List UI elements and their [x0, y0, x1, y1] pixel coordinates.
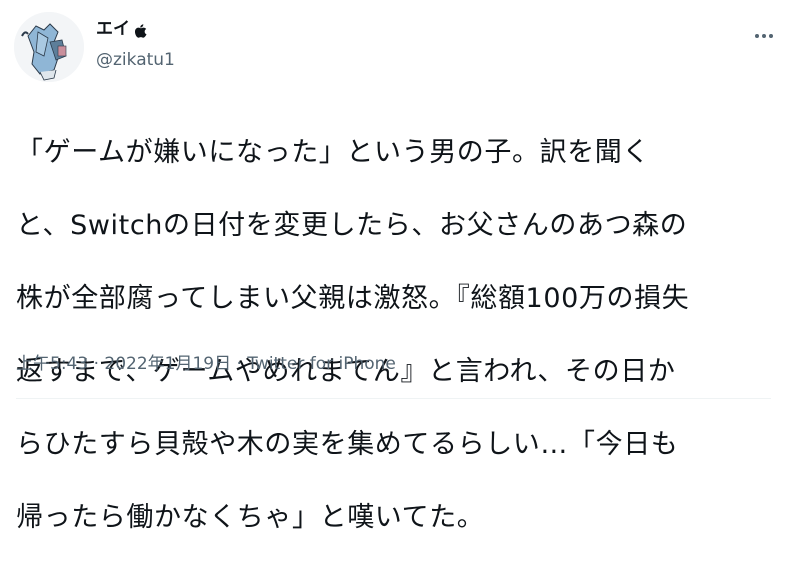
tweet-text-line: らひたすら貝殻や木の実を集めてるらしい…「今日も	[16, 428, 679, 460]
divider	[16, 398, 771, 399]
tweet-meta: 上午5:43 · 2022年1月19日 · Twitter for iPhone	[16, 352, 396, 376]
more-icon-dot	[762, 34, 766, 38]
author-display-name[interactable]: エイ	[96, 18, 130, 40]
author-handle[interactable]: @zikatu1	[96, 49, 175, 71]
more-options-button[interactable]	[748, 24, 780, 48]
avatar-illustration	[14, 12, 84, 82]
tweet-text-line: 「ゲームが嫌いになった」という男の子。訳を聞く	[16, 136, 650, 168]
tweet-date[interactable]: 2022年1月19日	[104, 354, 231, 374]
tweet-text: 「ゲームが嫌いになった」という男の子。訳を聞く と、Switchの日付を変更した…	[16, 98, 768, 573]
author-block: エイ @zikatu1	[96, 18, 175, 71]
meta-separator: ·	[88, 354, 105, 374]
tweet-source-link[interactable]: Twitter for iPhone	[247, 354, 396, 374]
more-icon	[755, 34, 759, 38]
tweet-text-line: 株が全部腐ってしまい父親は激怒。『総額100万の損失	[16, 282, 690, 314]
avatar[interactable]	[14, 12, 84, 82]
tweet-time[interactable]: 上午5:43	[16, 354, 88, 374]
tweet-text-line: と、Switchの日付を変更したら、お父さんのあつ森の	[16, 209, 688, 241]
tweet-text-line: 帰ったら働かなくちゃ」と嘆いてた。	[16, 501, 485, 533]
tweet-card: エイ @zikatu1 「ゲームが嫌いになった」という男の子。訳を聞く と、Sw…	[0, 0, 787, 533]
more-icon-dot	[769, 34, 773, 38]
apple-icon	[134, 22, 147, 38]
meta-separator: ·	[231, 354, 248, 374]
author-display-name-row[interactable]: エイ	[96, 18, 175, 40]
